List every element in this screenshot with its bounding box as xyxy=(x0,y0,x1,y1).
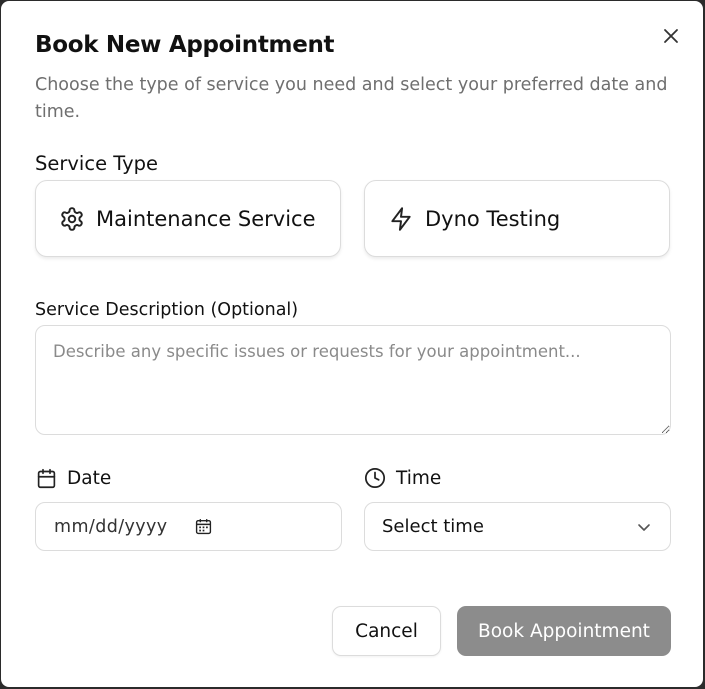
service-option-label: Maintenance Service xyxy=(96,206,316,231)
service-description-label: Service Description (Optional) xyxy=(35,300,299,320)
cancel-button[interactable]: Cancel xyxy=(332,606,441,656)
calendar-picker-icon xyxy=(195,519,212,535)
time-select[interactable]: Select time xyxy=(364,502,671,551)
gear-icon xyxy=(58,205,86,233)
dialog-subtitle: Choose the type of service you need and … xyxy=(35,75,668,122)
time-label-text: Time xyxy=(396,467,442,489)
service-description-textarea[interactable] xyxy=(35,325,671,435)
clock-icon xyxy=(364,467,386,489)
calendar-icon xyxy=(35,467,57,489)
service-option-label: Dyno Testing xyxy=(425,206,561,231)
service-option-maintenance[interactable]: Maintenance Service xyxy=(35,180,341,257)
close-icon xyxy=(664,29,678,43)
date-picker-button[interactable] xyxy=(194,517,214,537)
date-input[interactable]: mm/dd/yyyy xyxy=(35,502,342,551)
service-option-dyno-testing[interactable]: Dyno Testing xyxy=(364,180,670,257)
time-select-value: Select time xyxy=(382,516,484,537)
date-label: Date xyxy=(35,467,111,489)
date-input-value: mm/dd/yyyy xyxy=(54,516,168,537)
service-type-label: Service Type xyxy=(35,152,159,175)
book-appointment-dialog: Book New Appointment Choose the type of … xyxy=(1,1,703,687)
lightning-icon xyxy=(387,205,415,233)
dialog-title: Book New Appointment xyxy=(35,32,335,58)
book-appointment-button[interactable]: Book Appointment xyxy=(457,606,671,656)
time-label: Time xyxy=(364,467,441,489)
chevron-down-icon xyxy=(638,523,650,531)
close-button[interactable] xyxy=(660,25,682,47)
date-label-text: Date xyxy=(67,467,112,489)
